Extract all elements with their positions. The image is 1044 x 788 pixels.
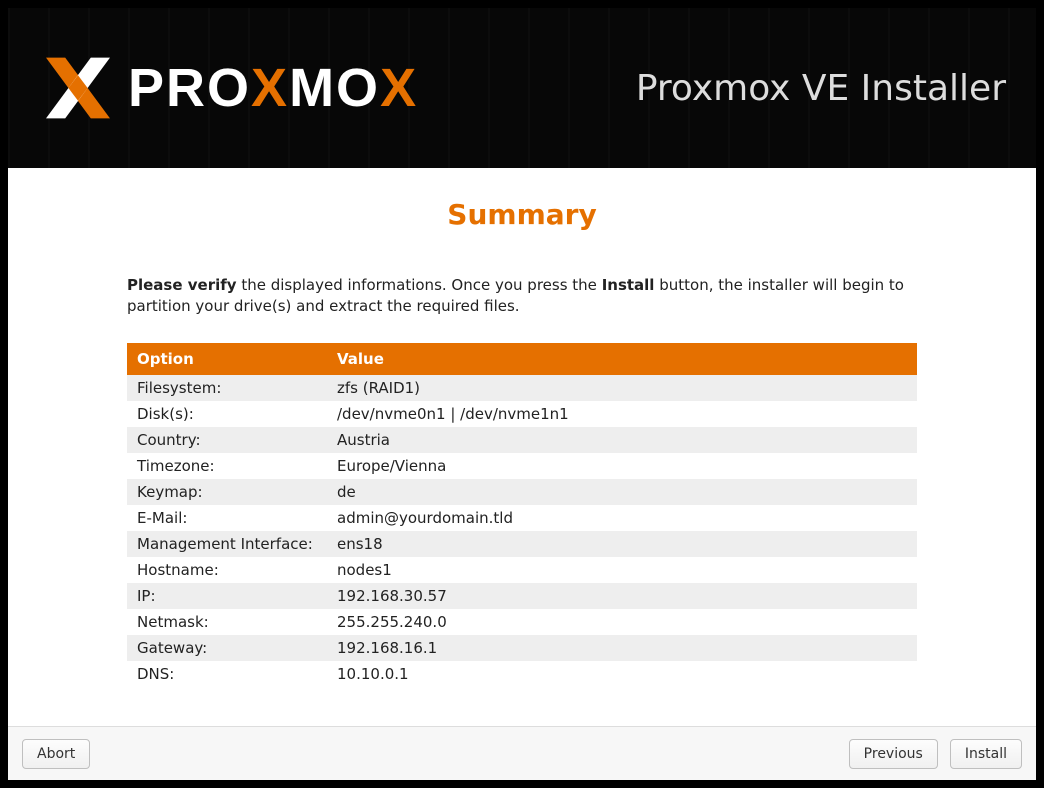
header: PROXMOX Proxmox VE Installer (8, 8, 1036, 168)
abort-button[interactable]: Abort (22, 739, 90, 769)
option-cell: DNS: (127, 661, 327, 687)
brand-part: MO (289, 58, 380, 118)
value-cell: 192.168.16.1 (327, 635, 917, 661)
table-row: E-Mail:admin@yourdomain.tld (127, 505, 917, 531)
header-title: Proxmox VE Installer (636, 68, 1006, 109)
value-cell: Austria (327, 427, 917, 453)
page-title: Summary (8, 198, 1036, 231)
instruction-text: Please verify the displayed informations… (127, 275, 917, 317)
instruction-bold: Please verify (127, 276, 237, 294)
value-cell: nodes1 (327, 557, 917, 583)
brand-part: PRO (128, 58, 251, 118)
proxmox-x-icon (38, 48, 118, 128)
table-header-row: Option Value (127, 343, 917, 375)
option-cell: Management Interface: (127, 531, 327, 557)
table-row: Timezone:Europe/Vienna (127, 453, 917, 479)
option-cell: Hostname: (127, 557, 327, 583)
summary-table: Option Value Filesystem:zfs (RAID1)Disk(… (127, 343, 917, 687)
table-row: DNS:10.10.0.1 (127, 661, 917, 687)
option-cell: Gateway: (127, 635, 327, 661)
option-cell: Timezone: (127, 453, 327, 479)
col-value-header: Value (327, 343, 917, 375)
table-row: Filesystem:zfs (RAID1) (127, 375, 917, 401)
option-cell: E-Mail: (127, 505, 327, 531)
table-row: IP:192.168.30.57 (127, 583, 917, 609)
brand-part: X (251, 58, 289, 118)
value-cell: de (327, 479, 917, 505)
option-cell: Disk(s): (127, 401, 327, 427)
table-row: Gateway:192.168.16.1 (127, 635, 917, 661)
value-cell: 192.168.30.57 (327, 583, 917, 609)
value-cell: zfs (RAID1) (327, 375, 917, 401)
footer: Abort Previous Install (8, 726, 1036, 780)
option-cell: Keymap: (127, 479, 327, 505)
brand-part: X (380, 58, 418, 118)
footer-left: Abort (22, 739, 90, 769)
table-row: Hostname:nodes1 (127, 557, 917, 583)
value-cell: /dev/nvme0n1 | /dev/nvme1n1 (327, 401, 917, 427)
col-option-header: Option (127, 343, 327, 375)
instruction-bold: Install (602, 276, 655, 294)
option-cell: Filesystem: (127, 375, 327, 401)
content-inner: Please verify the displayed informations… (127, 275, 917, 687)
option-cell: Netmask: (127, 609, 327, 635)
table-row: Keymap:de (127, 479, 917, 505)
content-area: Summary Please verify the displayed info… (8, 168, 1036, 726)
instruction-span: the displayed informations. Once you pre… (237, 276, 602, 294)
value-cell: 10.10.0.1 (327, 661, 917, 687)
value-cell: admin@yourdomain.tld (327, 505, 917, 531)
install-button[interactable]: Install (950, 739, 1022, 769)
brand-text: PROXMOX (128, 57, 418, 119)
brand-logo: PROXMOX (38, 48, 418, 128)
table-row: Disk(s):/dev/nvme0n1 | /dev/nvme1n1 (127, 401, 917, 427)
footer-right: Previous Install (849, 739, 1022, 769)
option-cell: Country: (127, 427, 327, 453)
value-cell: Europe/Vienna (327, 453, 917, 479)
value-cell: ens18 (327, 531, 917, 557)
previous-button[interactable]: Previous (849, 739, 938, 769)
installer-window: PROXMOX Proxmox VE Installer Summary Ple… (8, 8, 1036, 780)
value-cell: 255.255.240.0 (327, 609, 917, 635)
table-row: Netmask:255.255.240.0 (127, 609, 917, 635)
table-row: Country:Austria (127, 427, 917, 453)
table-row: Management Interface:ens18 (127, 531, 917, 557)
option-cell: IP: (127, 583, 327, 609)
